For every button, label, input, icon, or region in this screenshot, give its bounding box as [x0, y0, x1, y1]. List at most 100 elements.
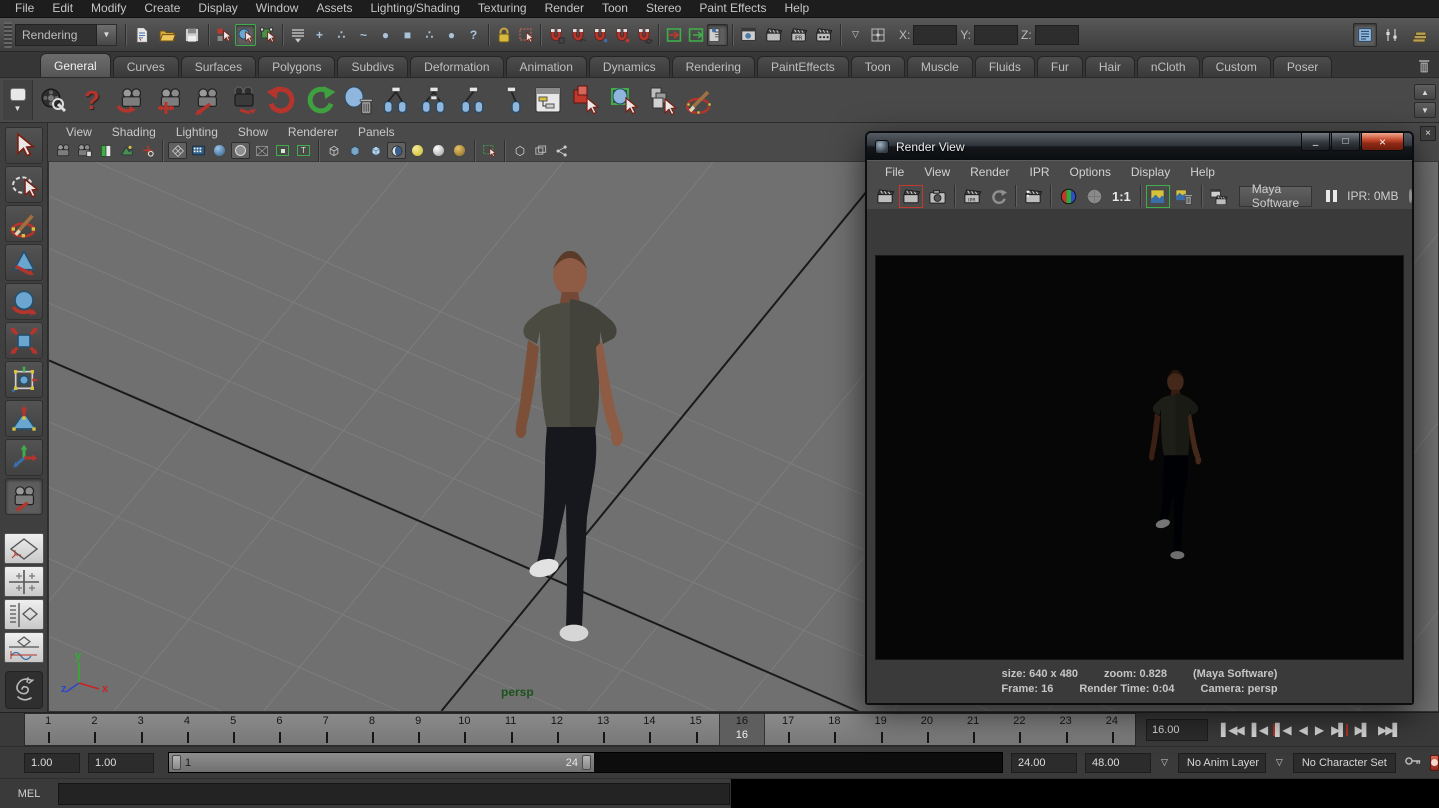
make-live-icon[interactable] — [707, 24, 728, 46]
camera-dolly-tool-icon[interactable] — [189, 83, 223, 117]
shelf-tab[interactable]: General — [40, 53, 111, 77]
step-forward-one-key[interactable]: ▶▌ — [1330, 723, 1346, 737]
timeline-frame[interactable]: 14 — [626, 714, 672, 745]
go-to-end-button[interactable]: ▶▶▌ — [1377, 723, 1401, 737]
timeline-frame[interactable]: 7 — [303, 714, 349, 745]
playblast-icon[interactable] — [37, 83, 71, 117]
shelf-tab[interactable]: nCloth — [1137, 56, 1200, 77]
rendered-image[interactable] — [875, 255, 1404, 660]
shelf-tab[interactable]: PaintEffects — [757, 56, 849, 77]
render-view-menu-item[interactable]: Help — [1180, 165, 1225, 179]
select-by-component-icon[interactable] — [257, 24, 278, 46]
one-to-one-icon[interactable]: 1:1 — [1108, 189, 1135, 204]
timeline-frame[interactable]: 1 — [25, 714, 71, 745]
time-slider[interactable]: 1234567891011121314151616171819202122232… — [24, 713, 1136, 746]
menu-item[interactable]: Texturing — [469, 0, 536, 17]
open-render-settings-icon[interactable] — [1207, 185, 1231, 208]
shelf-tab[interactable]: Poser — [1273, 56, 1332, 77]
timeline-frame[interactable]: 12 — [534, 714, 580, 745]
lighting-all-lights-icon[interactable] — [408, 142, 427, 159]
select-object-type-icon[interactable] — [569, 83, 603, 117]
shelf-tab[interactable]: Surfaces — [181, 56, 256, 77]
snap-to-curves-icon[interactable] — [567, 24, 588, 46]
select-all-mask-icon[interactable]: + — [309, 24, 330, 46]
divider[interactable] — [205, 22, 212, 48]
select-curves-mask-icon[interactable]: ~ — [353, 24, 374, 46]
select-surfaces-mask-icon[interactable]: ● — [375, 24, 396, 46]
select-handles-mask-icon[interactable]: ∴ — [331, 24, 352, 46]
snap-to-projected-center-icon[interactable] — [611, 24, 632, 46]
scroll-down-icon[interactable]: ▼ — [1414, 102, 1436, 118]
universal-manipulator-tool-icon[interactable] — [5, 361, 43, 398]
highlight-selection-icon[interactable] — [515, 24, 536, 46]
remove-image-icon[interactable] — [1172, 185, 1196, 208]
menu-item[interactable]: Modify — [82, 0, 135, 17]
menu-set-selector[interactable]: Rendering ▼ — [15, 24, 117, 46]
shelf-tab[interactable]: Animation — [506, 56, 587, 77]
delete-object-icon[interactable] — [341, 83, 375, 117]
chevron-down-icon[interactable]: ▼ — [14, 104, 22, 113]
select-tool-icon[interactable] — [5, 127, 43, 164]
timeline-frame[interactable]: 18 — [811, 714, 857, 745]
range-slider[interactable]: 1 24 — [168, 752, 1003, 773]
snapshot-icon[interactable] — [925, 185, 949, 208]
render-region-icon[interactable] — [1021, 185, 1045, 208]
scroll-up-icon[interactable]: ▲ — [1414, 84, 1436, 100]
timeline-frame[interactable]: 22 — [996, 714, 1042, 745]
paint-selection-tool-icon[interactable] — [5, 205, 43, 242]
shelf-tab[interactable]: Fur — [1037, 56, 1083, 77]
soft-modification-tool-icon[interactable] — [5, 400, 43, 437]
divider[interactable] — [279, 22, 286, 48]
film-gate-icon[interactable] — [189, 142, 208, 159]
timeline-frame[interactable]: 11 — [488, 714, 534, 745]
chevron-down-icon[interactable]: ▽ — [1159, 757, 1170, 768]
pause-ipr-icon[interactable] — [1326, 190, 1337, 202]
menu-item[interactable]: Help — [776, 0, 819, 17]
timeline-frame[interactable]: 13 — [580, 714, 626, 745]
output-connections-icon[interactable] — [685, 24, 706, 46]
playback-end-field[interactable] — [1011, 753, 1077, 773]
single-pane-layout-button[interactable] — [4, 533, 44, 564]
share-view-icon[interactable] — [552, 142, 571, 159]
dragon-icon[interactable] — [5, 671, 43, 709]
character-model[interactable] — [466, 235, 666, 655]
select-by-object-icon[interactable] — [235, 24, 256, 46]
mel-command-input[interactable] — [58, 783, 730, 805]
paint-effects-brush-icon[interactable] — [683, 83, 717, 117]
x-field[interactable] — [913, 25, 957, 45]
animation-end-field[interactable] — [1085, 753, 1151, 773]
timeline-frame[interactable]: 24 — [1089, 714, 1135, 745]
persp-graph-layout-button[interactable] — [4, 632, 44, 663]
range-start-handle[interactable] — [172, 755, 181, 770]
bookmarks-book-icon[interactable] — [96, 142, 115, 159]
playback-range[interactable]: 1 24 — [169, 753, 594, 772]
timeline-frame[interactable]: 4 — [164, 714, 210, 745]
persp-outliner-layout-button[interactable] — [4, 599, 44, 630]
timeline-frame[interactable]: 15 — [673, 714, 719, 745]
render-settings-icon[interactable] — [812, 23, 836, 47]
play-forwards-button[interactable]: ▶ — [1314, 723, 1323, 737]
alpha-channel-icon[interactable] — [1082, 185, 1106, 208]
command-language-toggle[interactable]: MEL — [0, 788, 58, 800]
timeline-frame[interactable]: 20 — [904, 714, 950, 745]
ipr-render-icon[interactable]: IPR — [960, 185, 984, 208]
timeline-frame[interactable]: 17 — [765, 714, 811, 745]
timeline-frame[interactable]: 10 — [441, 714, 487, 745]
scale-tool-icon[interactable] — [5, 322, 43, 359]
refresh-ipr-icon[interactable] — [986, 185, 1010, 208]
divider[interactable] — [485, 22, 492, 48]
isolate-select-icon[interactable] — [510, 142, 529, 159]
divider[interactable] — [537, 22, 544, 48]
ipr-render-icon[interactable]: IPR — [787, 23, 811, 47]
select-by-hierarchy-icon[interactable] — [213, 24, 234, 46]
menu-item[interactable]: File — [6, 0, 43, 17]
camera-bookmarks-icon[interactable] — [75, 142, 94, 159]
channel-box-toggle-icon[interactable] — [1407, 23, 1431, 47]
image-plane-icon[interactable] — [117, 142, 136, 159]
field-chart-icon[interactable] — [252, 142, 271, 159]
attribute-editor-toggle-icon[interactable] — [1353, 23, 1377, 47]
viewport-menu-item[interactable]: Show — [228, 125, 278, 139]
wireframe-display-icon[interactable] — [324, 142, 343, 159]
timeline-frame[interactable]: 8 — [349, 714, 395, 745]
last-tool-used-icon[interactable] — [5, 478, 43, 515]
